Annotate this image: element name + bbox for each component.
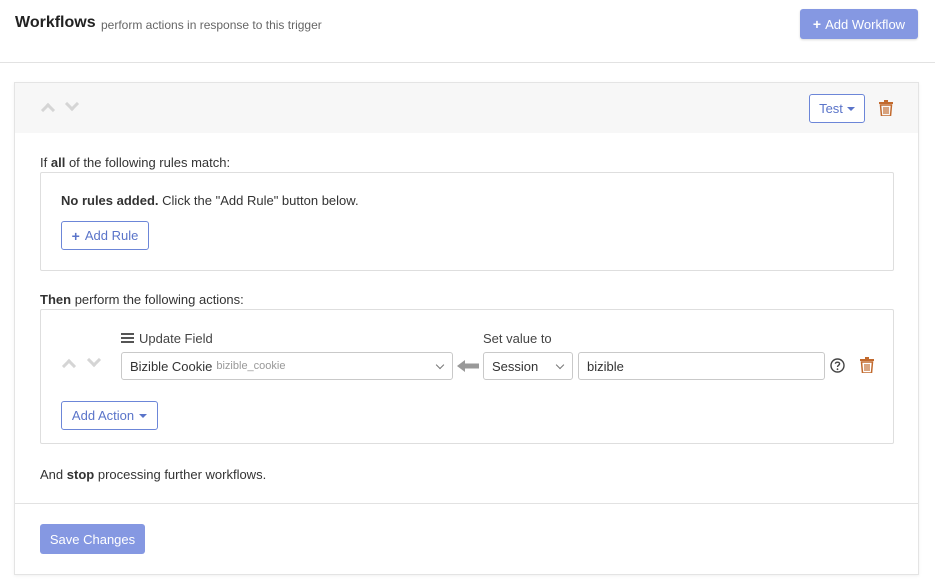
no-rules-message: No rules added. Click the "Add Rule" but…	[61, 193, 359, 208]
list-icon	[121, 333, 134, 343]
page-header: Workflows perform actions in response to…	[0, 0, 935, 63]
plus-icon: +	[71, 227, 80, 244]
page-title: Workflows	[15, 14, 96, 31]
add-rule-button[interactable]: + Add Rule	[61, 221, 149, 250]
test-label: Test	[819, 101, 843, 116]
stop-suffix: processing further workflows.	[97, 467, 267, 482]
help-icon[interactable]	[830, 358, 845, 373]
add-rule-label: Add Rule	[84, 228, 139, 243]
caret-down-icon	[846, 106, 855, 111]
actions-suffix: perform the following actions:	[74, 292, 244, 307]
workflow-card: Test If all of the following rules match…	[14, 82, 919, 575]
rules-prefix: If	[40, 155, 48, 170]
arrow-left-icon	[457, 360, 479, 372]
workflow-card-header: Test	[15, 83, 918, 133]
field-select[interactable]: Bizible Cookie bizible_cookie	[121, 352, 453, 380]
caret-down-icon	[139, 413, 148, 418]
add-workflow-button[interactable]: + Add Workflow	[800, 9, 918, 39]
page-subtitle: perform actions in response to this trig…	[101, 18, 322, 32]
actions-heading: Then perform the following actions:	[40, 292, 244, 307]
chevron-down-icon	[435, 360, 445, 370]
value-input[interactable]: bizible	[578, 352, 825, 380]
card-divider	[15, 503, 918, 504]
rules-heading: If all of the following rules match:	[40, 155, 230, 170]
action-trash-icon[interactable]	[860, 357, 874, 373]
stop-processing-text: And stop processing further workflows.	[40, 467, 266, 482]
trash-icon[interactable]	[879, 100, 893, 116]
stop-bold[interactable]: stop	[67, 467, 94, 482]
plus-icon: +	[812, 16, 822, 32]
action-move-down-icon[interactable]	[86, 352, 102, 368]
add-workflow-label: Add Workflow	[825, 16, 906, 32]
field-select-value: Bizible Cookie	[130, 358, 213, 374]
actions-box: Update Field Bizible Cookie bizible_cook…	[40, 309, 894, 444]
chevron-down-icon	[555, 360, 565, 370]
update-field-label: Update Field	[121, 331, 213, 346]
value-input-text: bizible	[587, 358, 624, 374]
update-field-text: Update Field	[139, 331, 213, 346]
actions-prefix: Then	[40, 292, 72, 307]
action-move-up-icon[interactable]	[61, 358, 77, 374]
value-source-select[interactable]: Session	[483, 352, 573, 380]
test-dropdown-button[interactable]: Test	[809, 94, 865, 123]
rules-box: No rules added. Click the "Add Rule" but…	[40, 172, 894, 271]
rules-suffix: of the following rules match:	[68, 155, 231, 170]
save-changes-button[interactable]: Save Changes	[40, 524, 145, 554]
value-source-text: Session	[492, 358, 539, 374]
rules-quantifier[interactable]: all	[51, 155, 65, 170]
move-up-icon[interactable]	[40, 102, 56, 118]
stop-prefix: And	[40, 467, 64, 482]
set-value-label: Set value to	[483, 331, 552, 346]
no-rules-bold: No rules added.	[61, 193, 159, 208]
add-action-button[interactable]: Add Action	[61, 401, 158, 430]
field-select-key: bizible_cookie	[216, 360, 286, 372]
no-rules-text: Click the "Add Rule" button below.	[162, 193, 359, 208]
move-down-icon[interactable]	[64, 96, 80, 112]
add-action-label: Add Action	[71, 408, 135, 423]
